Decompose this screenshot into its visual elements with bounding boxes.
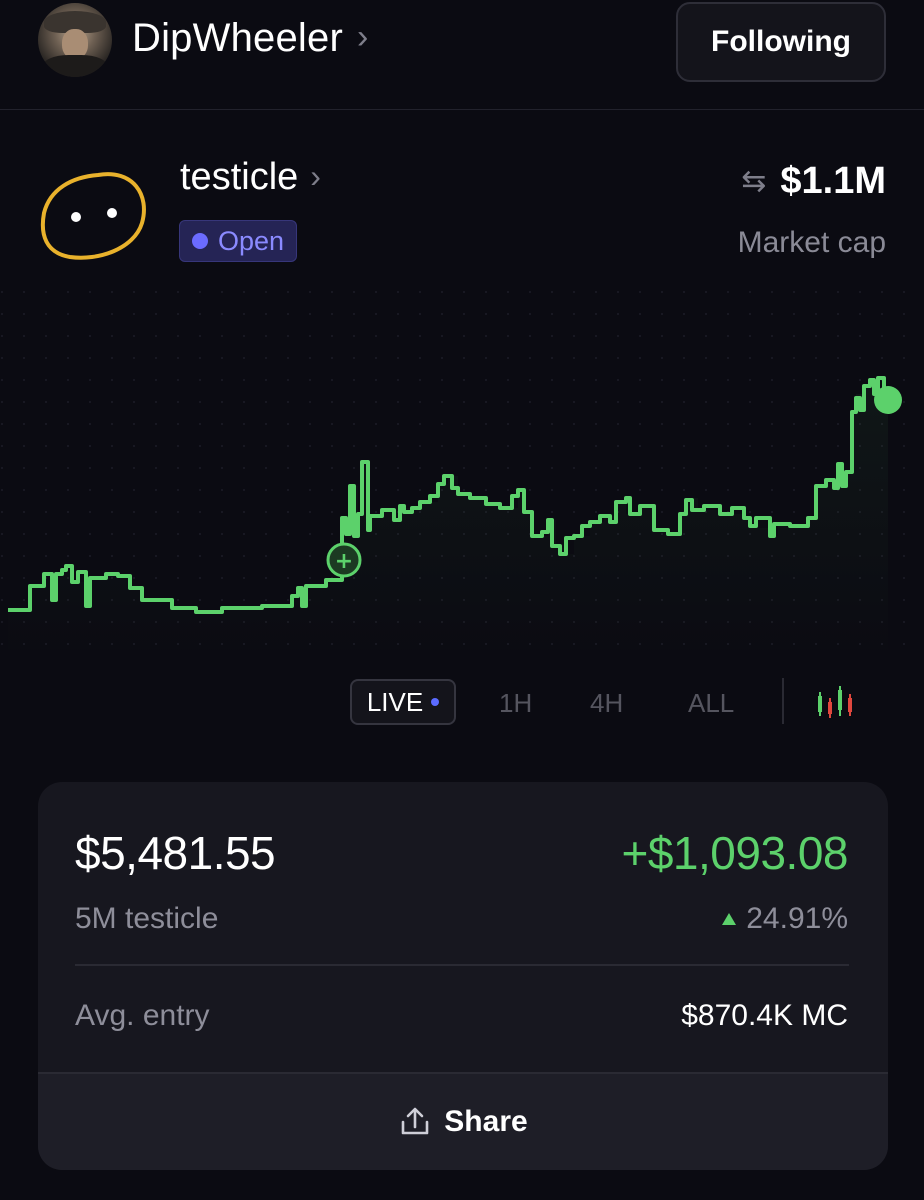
position-value: $5,481.55 [75,827,276,879]
position-card: $5,481.55 +$1,093.08 5M testicle 24.91% … [38,782,888,1170]
card-divider [75,964,849,966]
tab-all[interactable]: ALL [688,688,734,719]
share-icon [401,1107,429,1135]
avg-entry-label: Avg. entry [75,999,210,1032]
current-price-dot [874,386,902,414]
tab-live[interactable]: LIVE [350,679,456,725]
share-button[interactable]: Share [38,1072,888,1170]
price-chart[interactable]: + [0,290,924,660]
tab-4h[interactable]: 4H [590,688,623,719]
status-badge-label: Open [218,225,285,256]
avg-entry-value: $870.4K MC [681,999,848,1032]
status-dot-icon [192,233,208,249]
market-cap-value: $1.1M [780,160,886,202]
avatar-body [42,55,108,77]
entry-marker-label: + [335,549,353,574]
share-label: Share [444,1105,528,1138]
pnl-value: +$1,093.08 [621,827,848,879]
price-chart-svg: + [0,290,924,660]
swap-icon[interactable]: ⇆ [741,164,766,199]
token-name-link[interactable]: testicle › [180,156,321,199]
pnl-percent: 24.91% [722,902,848,936]
screen: DipWheeler › Following testicle › Open ⇆… [0,0,924,1200]
token-name: testicle [180,156,299,198]
profile-header: DipWheeler › Following [0,0,924,110]
timeframe-divider [782,678,784,724]
holding-amount: 5M testicle [75,902,219,935]
triangle-up-icon [722,913,737,925]
pnl-percent-label: 24.91% [746,902,848,935]
status-badge: Open [179,220,298,262]
chevron-right-icon: › [356,17,369,56]
token-logo-icon[interactable] [38,165,150,265]
chevron-right-icon: › [310,158,321,194]
username: DipWheeler [132,16,343,60]
live-dot-icon [431,698,440,706]
following-button[interactable]: Following [676,2,886,82]
username-link[interactable]: DipWheeler › [132,16,368,61]
avatar[interactable] [38,3,112,77]
market-cap[interactable]: ⇆ $1.1M [741,160,886,203]
tab-live-label: LIVE [366,686,424,717]
tab-1h[interactable]: 1H [499,688,532,719]
market-cap-label: Market cap [737,226,886,259]
candlestick-chart-icon[interactable] [814,686,858,718]
